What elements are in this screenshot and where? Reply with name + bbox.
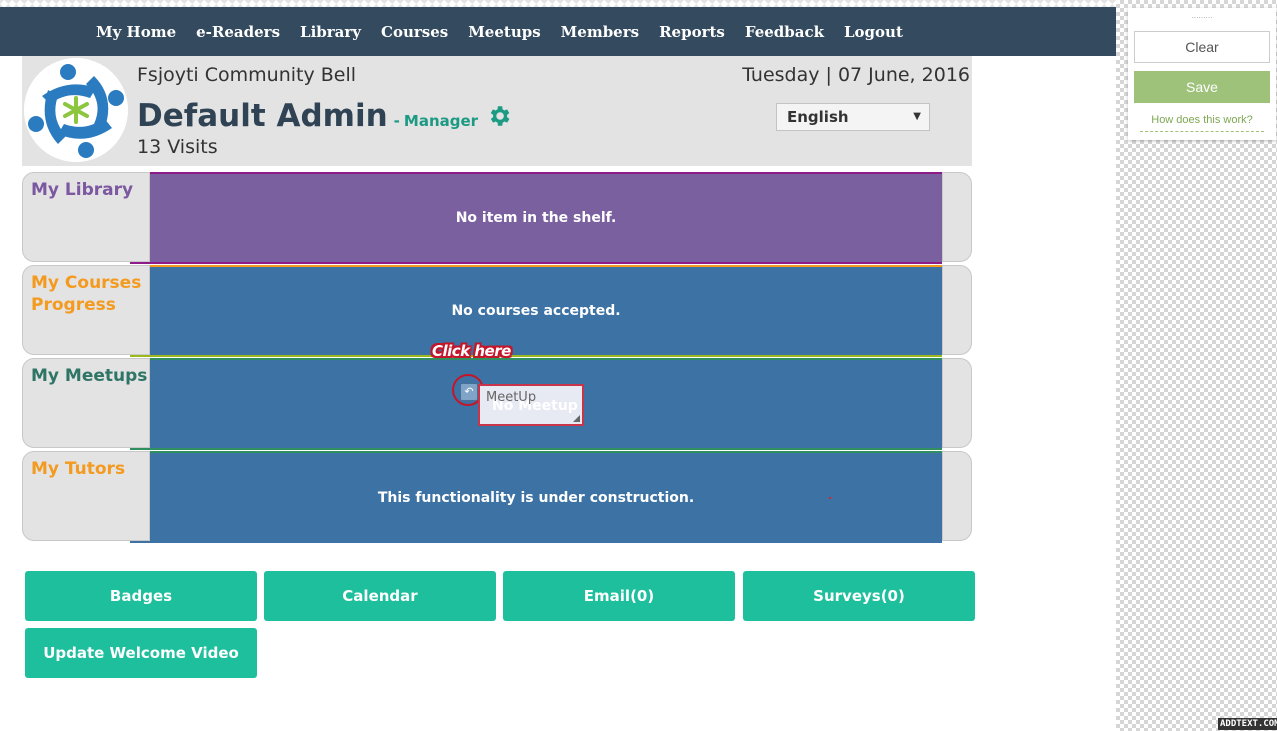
clear-button[interactable]: Clear bbox=[1134, 31, 1270, 63]
section-my-library: No item in the shelf. My Library bbox=[22, 172, 972, 264]
community-logo bbox=[24, 58, 128, 162]
language-select[interactable]: English ▼ bbox=[776, 103, 930, 131]
user-name: Default Admin bbox=[137, 98, 388, 134]
meetup-popup-text: MeetUp bbox=[486, 390, 537, 405]
calendar-button[interactable]: Calendar bbox=[264, 571, 496, 621]
logo-people-icon bbox=[24, 58, 128, 162]
courses-label[interactable]: My Courses Progress bbox=[22, 265, 150, 355]
courses-cap bbox=[942, 265, 972, 355]
nav-feedback[interactable]: Feedback bbox=[745, 23, 824, 41]
surveys-button[interactable]: Surveys(0) bbox=[743, 571, 975, 621]
checker-strip bbox=[0, 0, 1116, 7]
stray-mark bbox=[829, 497, 831, 499]
library-label[interactable]: My Library bbox=[22, 172, 150, 262]
drag-handle[interactable]: ……… bbox=[1128, 12, 1276, 20]
nav-list: My Home e-Readers Library Courses Meetup… bbox=[96, 7, 903, 56]
link-underline bbox=[1140, 131, 1264, 132]
visit-count: 13 Visits bbox=[137, 136, 218, 158]
badges-button[interactable]: Badges bbox=[25, 571, 257, 621]
addtext-panel: ……… Clear Save How does this work? bbox=[1128, 8, 1276, 140]
meetup-popup[interactable]: No Meetup MeetUp bbox=[478, 384, 584, 426]
admin-row: Default Admin - Manager bbox=[137, 98, 512, 134]
click-here-callout: Click here bbox=[432, 342, 511, 360]
resize-handle-icon[interactable] bbox=[573, 415, 580, 422]
nav-members[interactable]: Members bbox=[561, 23, 639, 41]
community-name: Fsjoyti Community Bell bbox=[137, 64, 357, 86]
profile-header: Fsjoyti Community Bell Tuesday | 07 June… bbox=[22, 56, 972, 166]
library-panel: No item in the shelf. bbox=[130, 172, 942, 264]
language-value: English bbox=[787, 108, 849, 126]
watermark-badge: ADDTEXT.COM bbox=[1218, 718, 1277, 730]
email-button[interactable]: Email(0) bbox=[503, 571, 735, 621]
tutors-message: This functionality is under construction… bbox=[377, 490, 695, 506]
tutors-cap bbox=[942, 451, 972, 541]
nav-logout[interactable]: Logout bbox=[844, 23, 903, 41]
meetups-cap bbox=[942, 358, 972, 448]
library-cap bbox=[942, 172, 972, 262]
courses-panel: No courses accepted. bbox=[130, 265, 942, 357]
gear-icon[interactable] bbox=[486, 103, 512, 129]
nav-library[interactable]: Library bbox=[300, 23, 361, 41]
current-date: Tuesday | 07 June, 2016 bbox=[742, 64, 970, 86]
how-does-this-work-link[interactable]: How does this work? bbox=[1128, 114, 1276, 126]
user-role: Manager bbox=[403, 112, 479, 130]
library-message: No item in the shelf. bbox=[455, 210, 617, 226]
tutors-panel: This functionality is under construction… bbox=[130, 451, 942, 543]
courses-message: No courses accepted. bbox=[451, 303, 621, 319]
tutors-label[interactable]: My Tutors bbox=[22, 451, 150, 541]
nav-reports[interactable]: Reports bbox=[659, 23, 725, 41]
nav-e-readers[interactable]: e-Readers bbox=[196, 23, 280, 41]
top-navigation: My Home e-Readers Library Courses Meetup… bbox=[0, 7, 1116, 56]
save-button[interactable]: Save bbox=[1134, 71, 1270, 103]
update-welcome-video-button[interactable]: Update Welcome Video bbox=[25, 628, 257, 678]
role-separator: - bbox=[393, 112, 400, 130]
meetups-label[interactable]: My Meetups bbox=[22, 358, 150, 448]
dropdown-arrow-icon: ▼ bbox=[913, 111, 921, 122]
nav-courses[interactable]: Courses bbox=[381, 23, 448, 41]
nav-my-home[interactable]: My Home bbox=[96, 23, 176, 41]
nav-meetups[interactable]: Meetups bbox=[468, 23, 540, 41]
